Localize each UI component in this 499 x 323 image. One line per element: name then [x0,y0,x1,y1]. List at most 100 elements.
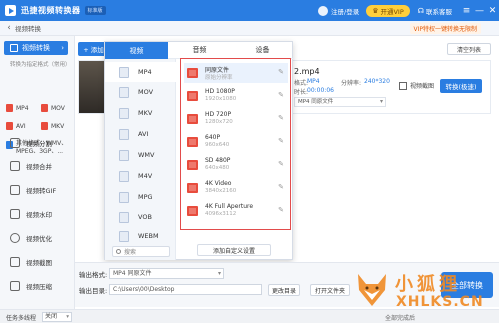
avatar[interactable] [318,5,328,16]
search-placeholder: 搜索 [124,249,137,256]
edit-icon[interactable]: ✎ [278,68,284,76]
merge-icon [10,161,20,171]
format-item-mpg[interactable]: MPG [105,187,176,207]
video-file-icon [119,66,129,78]
tab-device[interactable]: 设备 [231,42,294,59]
preset-item[interactable]: 4K Full Aperture 4096x3112 ✎ [184,201,288,221]
close-button[interactable]: ✕ [486,0,499,21]
format-item-mp4[interactable]: MP4 [105,62,176,82]
contact-link[interactable]: ☊ 联系客服 [418,6,452,16]
preset-name: 4K Video [205,180,232,187]
headset-icon: ☊ [417,6,424,15]
preset-item[interactable]: 4K Video 3840x2160 ✎ [184,178,288,198]
edit-icon[interactable]: ✎ [278,183,284,191]
preset-item[interactable]: SD 480P 640x480 ✎ [184,155,288,175]
preset-name: HD 720P [205,111,232,118]
sidebar-item-compress[interactable]: 视频压缩 [10,276,72,296]
sidebar-item-watermark[interactable]: 视频水印 [10,204,72,224]
sidebar-item-label: 视频合并 [26,163,52,171]
video-file-icon [119,170,129,182]
format-item-label: MP4 [138,68,152,76]
video-file-icon [119,128,129,140]
format-search-input[interactable]: 搜索 [112,246,170,257]
tab-audio[interactable]: 音频 [168,42,231,59]
video-preset-icon [187,183,198,193]
format-item-label: WEBM [138,232,159,240]
output-format-label: 输出格式: [79,271,108,279]
app-title: 迅捷视频转换器 [21,6,81,15]
sidebar-item-label: 视频截图 [26,259,52,267]
crop-icon [399,81,407,90]
change-dir-button[interactable]: 更改目录 [268,284,300,296]
sidebar-item-merge[interactable]: 视频合并 [10,156,72,176]
edit-icon[interactable]: ✎ [278,91,284,99]
preset-item[interactable]: 同原文件 原始分辨率 ✎ [184,63,288,83]
format-item-wmv[interactable]: WMV [105,145,176,165]
format-item-label: MOV [138,88,154,96]
quick-format-mov[interactable]: MOV [41,104,65,112]
format-item-label: MPG [138,193,153,201]
file-output-select[interactable]: MP4 同原文件 [294,97,386,107]
edit-icon[interactable]: ✎ [278,160,284,168]
edit-icon[interactable]: ✎ [278,114,284,122]
multithread-select[interactable]: 关闭 [42,312,72,322]
format-item-avi[interactable]: AVI [105,124,176,144]
screenshot-label: 视频截图 [410,83,435,90]
format-label: 格式: [294,80,309,87]
edit-icon[interactable]: ✎ [278,206,284,214]
quick-format-label: MOV [51,104,65,112]
quick-format-label: MKV [51,122,65,130]
output-dir-field[interactable]: C:\Users\00\Desktop [109,284,262,295]
video-preset-icon [187,206,198,216]
quick-format-avi[interactable]: AVI [6,122,26,130]
format-item-m4v[interactable]: M4V [105,166,176,186]
clear-list-button[interactable]: 清空列表 [447,43,491,55]
login-link[interactable]: 注册/登录 [331,6,359,16]
vip-notice[interactable]: VIP特权一键转换无限制 [409,23,481,34]
sidebar-item-label: 视频转换 [22,44,50,52]
scissors-icon [10,138,20,148]
format-list: MP4 MOV MKV AVI WMV M4V MPG VOB WEBM 搜索 [105,59,176,260]
preset-item[interactable]: HD 1080P 1920x1080 ✎ [184,86,288,106]
edit-icon[interactable]: ✎ [278,137,284,145]
format-item-mov[interactable]: MOV [105,82,176,102]
sidebar-item-video-convert[interactable]: 视频转换 › [4,41,68,55]
quick-format-mp4[interactable]: MP4 [6,104,29,112]
convert-icon [10,44,18,52]
vip-button[interactable]: ♛ 开通VIP [366,4,410,17]
tab-video[interactable]: 视频 [105,42,168,59]
format-item-vob[interactable]: VOB [105,207,176,227]
sidebar-item-optimize[interactable]: 视频优化 [10,228,72,248]
chevron-right-icon: › [61,44,64,52]
output-format-select[interactable]: MP4 同原文件 [109,268,224,279]
video-preset-icon [187,91,198,101]
sidebar-item-screenshot[interactable]: 视频截图 [10,252,72,272]
preset-item[interactable]: HD 720P 1280x720 ✎ [184,109,288,129]
preset-item[interactable]: 640P 960x640 ✎ [184,132,288,152]
menu-icon[interactable]: ≡ [460,0,473,21]
format-item-webm[interactable]: WEBM [105,226,176,246]
mp4-icon [6,104,13,112]
video-file-icon [119,86,129,98]
clear-list-label: 清空列表 [456,46,481,54]
back-button[interactable]: ‹ [3,23,15,33]
watermark-icon [10,209,20,219]
title-bar: 迅捷视频转换器 标准版 注册/登录 ♛ 开通VIP ☊ 联系客服 ≡ — ✕ [0,0,499,21]
watermark-cn: 小狐狸 [395,274,461,295]
screenshot-button[interactable]: 视频截图 [399,81,434,90]
format-item-mkv[interactable]: MKV [105,103,176,123]
convert-button[interactable]: 转换(极速) [440,79,482,93]
add-custom-setting-button[interactable]: 添加自定义设置 [197,244,271,256]
search-icon [116,249,121,254]
contact-label: 联系客服 [426,7,452,16]
format-item-label: AVI [138,130,149,138]
sidebar-item-gif[interactable]: 视频转GIF [10,180,72,200]
quick-format-mkv[interactable]: MKV [41,122,64,130]
preset-name: 640P [205,134,221,141]
video-preset-icon [187,137,198,147]
compress-icon [10,281,20,291]
sidebar-item-split[interactable]: 视频分割 [10,133,72,153]
minimize-button[interactable]: — [473,0,486,21]
video-file-icon [119,191,129,203]
open-folder-button[interactable]: 打开文件夹 [310,284,350,296]
